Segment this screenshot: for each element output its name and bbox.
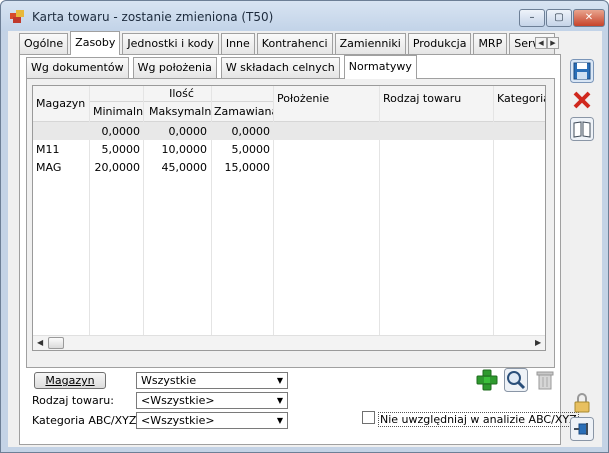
cell-minimalna: 5,0000 [101, 143, 141, 156]
tab-scroll-right-icon[interactable]: ▶ [547, 37, 559, 49]
app-icon [10, 10, 24, 23]
column-header-zamawiana[interactable]: Zamawiana [212, 102, 274, 122]
column-header-minimalna[interactable]: Minimalna [90, 102, 144, 122]
book-icon[interactable] [570, 117, 594, 141]
client-area: Ogólne Zasoby Jednostki i kody Inne Kont… [8, 31, 602, 447]
tab-zamienniki[interactable]: Zamienniki [334, 33, 406, 55]
chevron-down-icon[interactable]: ▼ [273, 373, 287, 388]
tab-wg-dokumentow[interactable]: Wg dokumentów [26, 57, 129, 79]
pin-icon[interactable] [570, 417, 594, 441]
table-row[interactable]: MAG 20,0000 45,0000 15,0000 [33, 158, 545, 176]
chevron-down-icon[interactable]: ▼ [273, 393, 287, 408]
cell-minimalna: 0,0000 [101, 125, 141, 138]
tab-wg-polozenia[interactable]: Wg położenia [132, 57, 217, 79]
maximize-button[interactable]: ▢ [546, 9, 572, 27]
tab-jednostki-i-kody[interactable]: Jednostki i kody [122, 33, 219, 55]
sub-tab-strip: Wg dokumentów Wg położenia W składach ce… [26, 55, 421, 79]
nie-uwzgledniaj-checkbox[interactable] [362, 411, 375, 424]
rodzaj-towaru-label: Rodzaj towaru: [32, 394, 114, 407]
column-header-kategoria-abc[interactable]: Kategoria ABC [494, 86, 545, 122]
nie-uwzgledniaj-label[interactable]: Nie uwzględniaj w analizie ABC/XYZ [378, 412, 579, 427]
magazyn-select-value: Wszystkie [141, 374, 197, 387]
column-header-ilosc[interactable]: Ilość [90, 86, 274, 102]
cell-maksymalna: 10,0000 [161, 143, 208, 156]
table-row[interactable]: M11 5,0000 10,0000 5,0000 [33, 140, 545, 158]
kategoria-select[interactable]: <Wszystkie> ▼ [136, 412, 288, 429]
column-header-polozenie[interactable]: Położenie [274, 86, 380, 122]
cell-magazyn: MAG [36, 161, 62, 174]
rodzaj-towaru-select[interactable]: <Wszystkie> ▼ [136, 392, 288, 409]
column-header-maksymalna[interactable]: Maksymalna [144, 102, 212, 122]
main-tab-strip: Ogólne Zasoby Jednostki i kody Inne Kont… [19, 31, 557, 55]
add-icon[interactable] [475, 368, 499, 392]
normatywy-panel: Magazyn Ilość Minimalna Maksymalna Zamaw… [26, 78, 555, 368]
save-icon[interactable] [570, 59, 594, 83]
cell-maksymalna: 0,0000 [168, 125, 208, 138]
normatywy-grid[interactable]: Magazyn Ilość Minimalna Maksymalna Zamaw… [32, 85, 546, 351]
magazyn-button[interactable]: Magazyn [34, 372, 106, 389]
lock-icon[interactable] [570, 391, 594, 415]
scroll-left-icon[interactable]: ◀ [37, 338, 43, 347]
rodzaj-towaru-select-value: <Wszystkie> [141, 394, 215, 407]
window-title: Karta towaru - zostanie zmieniona (T50) [32, 10, 274, 24]
cell-zamawiana: 5,0000 [231, 143, 271, 156]
column-header-magazyn[interactable]: Magazyn [33, 86, 90, 122]
close-button[interactable]: ✕ [573, 9, 605, 27]
tab-scroll-arrows: ◀ ▶ [535, 37, 559, 49]
tab-ogolne[interactable]: Ogólne [19, 33, 69, 55]
kategoria-label: Kategoria ABC/XYZ: [32, 414, 141, 427]
tab-scroll-left-icon[interactable]: ◀ [535, 37, 547, 49]
cell-minimalna: 20,0000 [94, 161, 141, 174]
tab-produkcja[interactable]: Produkcja [407, 33, 472, 55]
title-bar[interactable]: Karta towaru - zostanie zmieniona (T50) … [1, 1, 608, 31]
cell-zamawiana: 15,0000 [224, 161, 271, 174]
minimize-button[interactable]: – [519, 9, 545, 27]
tab-normatywy[interactable]: Normatywy [343, 55, 417, 79]
column-header-rodzaj-towaru[interactable]: Rodzaj towaru [380, 86, 494, 122]
trash-icon[interactable] [533, 368, 557, 392]
tab-inne[interactable]: Inne [220, 33, 255, 55]
tab-mrp[interactable]: MRP [473, 33, 508, 55]
horizontal-scrollbar[interactable]: ◀ ▶ [33, 335, 545, 350]
kategoria-select-value: <Wszystkie> [141, 414, 215, 427]
scroll-right-icon[interactable]: ▶ [535, 338, 541, 347]
window: Karta towaru - zostanie zmieniona (T50) … [0, 0, 609, 453]
cell-zamawiana: 0,0000 [231, 125, 271, 138]
chevron-down-icon[interactable]: ▼ [273, 413, 287, 428]
zasoby-panel: Wg dokumentów Wg położenia W składach ce… [19, 54, 579, 445]
search-icon[interactable] [504, 368, 528, 392]
cancel-icon[interactable] [570, 88, 594, 112]
cell-maksymalna: 45,0000 [161, 161, 208, 174]
table-row[interactable]: 0,0000 0,0000 0,0000 [33, 122, 545, 140]
magazyn-button-label: Magazyn [45, 374, 95, 387]
scrollbar-thumb[interactable] [48, 337, 64, 349]
tab-w-skladach-celnych[interactable]: W składach celnych [220, 57, 340, 79]
tab-kontrahenci[interactable]: Kontrahenci [256, 33, 333, 55]
cell-magazyn: M11 [36, 143, 60, 156]
magazyn-select[interactable]: Wszystkie ▼ [136, 372, 288, 389]
tab-zasoby[interactable]: Zasoby [70, 31, 121, 55]
